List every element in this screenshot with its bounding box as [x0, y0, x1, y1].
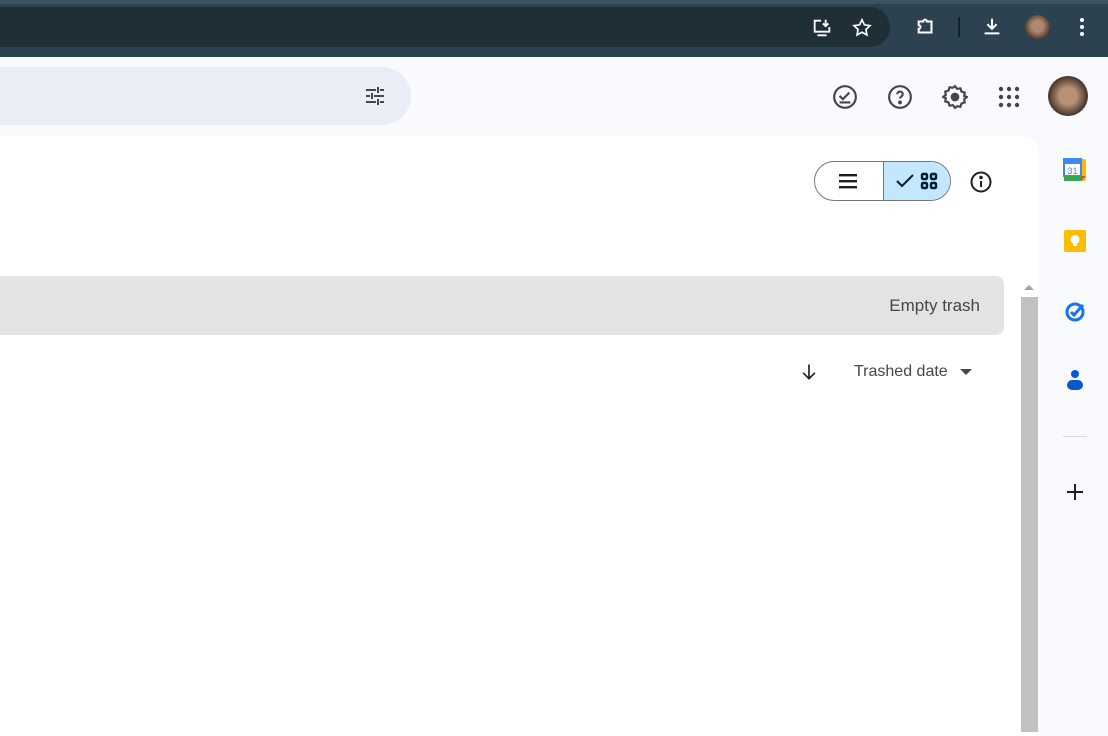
- help-icon[interactable]: [886, 83, 914, 111]
- ready-for-offline-icon[interactable]: [831, 83, 859, 111]
- check-icon: [896, 174, 914, 188]
- info-icon[interactable]: [968, 169, 994, 195]
- bookmark-star-icon[interactable]: [850, 16, 874, 40]
- downloads-icon[interactable]: [980, 15, 1004, 39]
- browser-toolbar: [0, 0, 1108, 57]
- sort-dropdown[interactable]: Trashed date: [854, 363, 972, 381]
- search-bar[interactable]: [0, 67, 411, 125]
- trash-banner: Empty trash: [0, 276, 1004, 335]
- scroll-up-arrow-icon[interactable]: [1024, 284, 1034, 291]
- address-bar[interactable]: [0, 7, 890, 47]
- list-icon: [839, 174, 857, 189]
- contacts-app-icon[interactable]: [1063, 368, 1087, 392]
- toolbar-divider: [958, 17, 960, 37]
- empty-trash-button[interactable]: Empty trash: [889, 296, 980, 316]
- grid-icon: [920, 172, 938, 190]
- dropdown-caret-icon: [959, 369, 972, 375]
- sort-direction-arrow-down-icon[interactable]: [797, 360, 821, 384]
- account-avatar[interactable]: [1048, 76, 1088, 116]
- apps-grid-icon[interactable]: [995, 83, 1023, 111]
- view-toggle: [814, 161, 951, 201]
- settings-icon[interactable]: [941, 83, 969, 111]
- svg-text:31: 31: [1067, 166, 1077, 176]
- search-options-icon[interactable]: [362, 83, 388, 109]
- tasks-app-icon[interactable]: [1063, 299, 1087, 323]
- install-app-icon[interactable]: [810, 16, 834, 40]
- profile-avatar[interactable]: [1025, 15, 1050, 40]
- extensions-icon[interactable]: [914, 15, 938, 39]
- sort-label: Trashed date: [854, 363, 948, 380]
- list-view-button[interactable]: [815, 162, 883, 200]
- side-panel-divider: [1063, 436, 1087, 437]
- add-icon[interactable]: [1063, 480, 1087, 504]
- trash-content-area: [0, 136, 1038, 736]
- grid-view-button[interactable]: [883, 162, 950, 200]
- scrollbar-thumb[interactable]: [1021, 297, 1038, 732]
- calendar-app-icon[interactable]: 31: [1063, 158, 1087, 182]
- more-menu-icon[interactable]: [1072, 15, 1092, 39]
- keep-app-icon[interactable]: [1063, 229, 1087, 253]
